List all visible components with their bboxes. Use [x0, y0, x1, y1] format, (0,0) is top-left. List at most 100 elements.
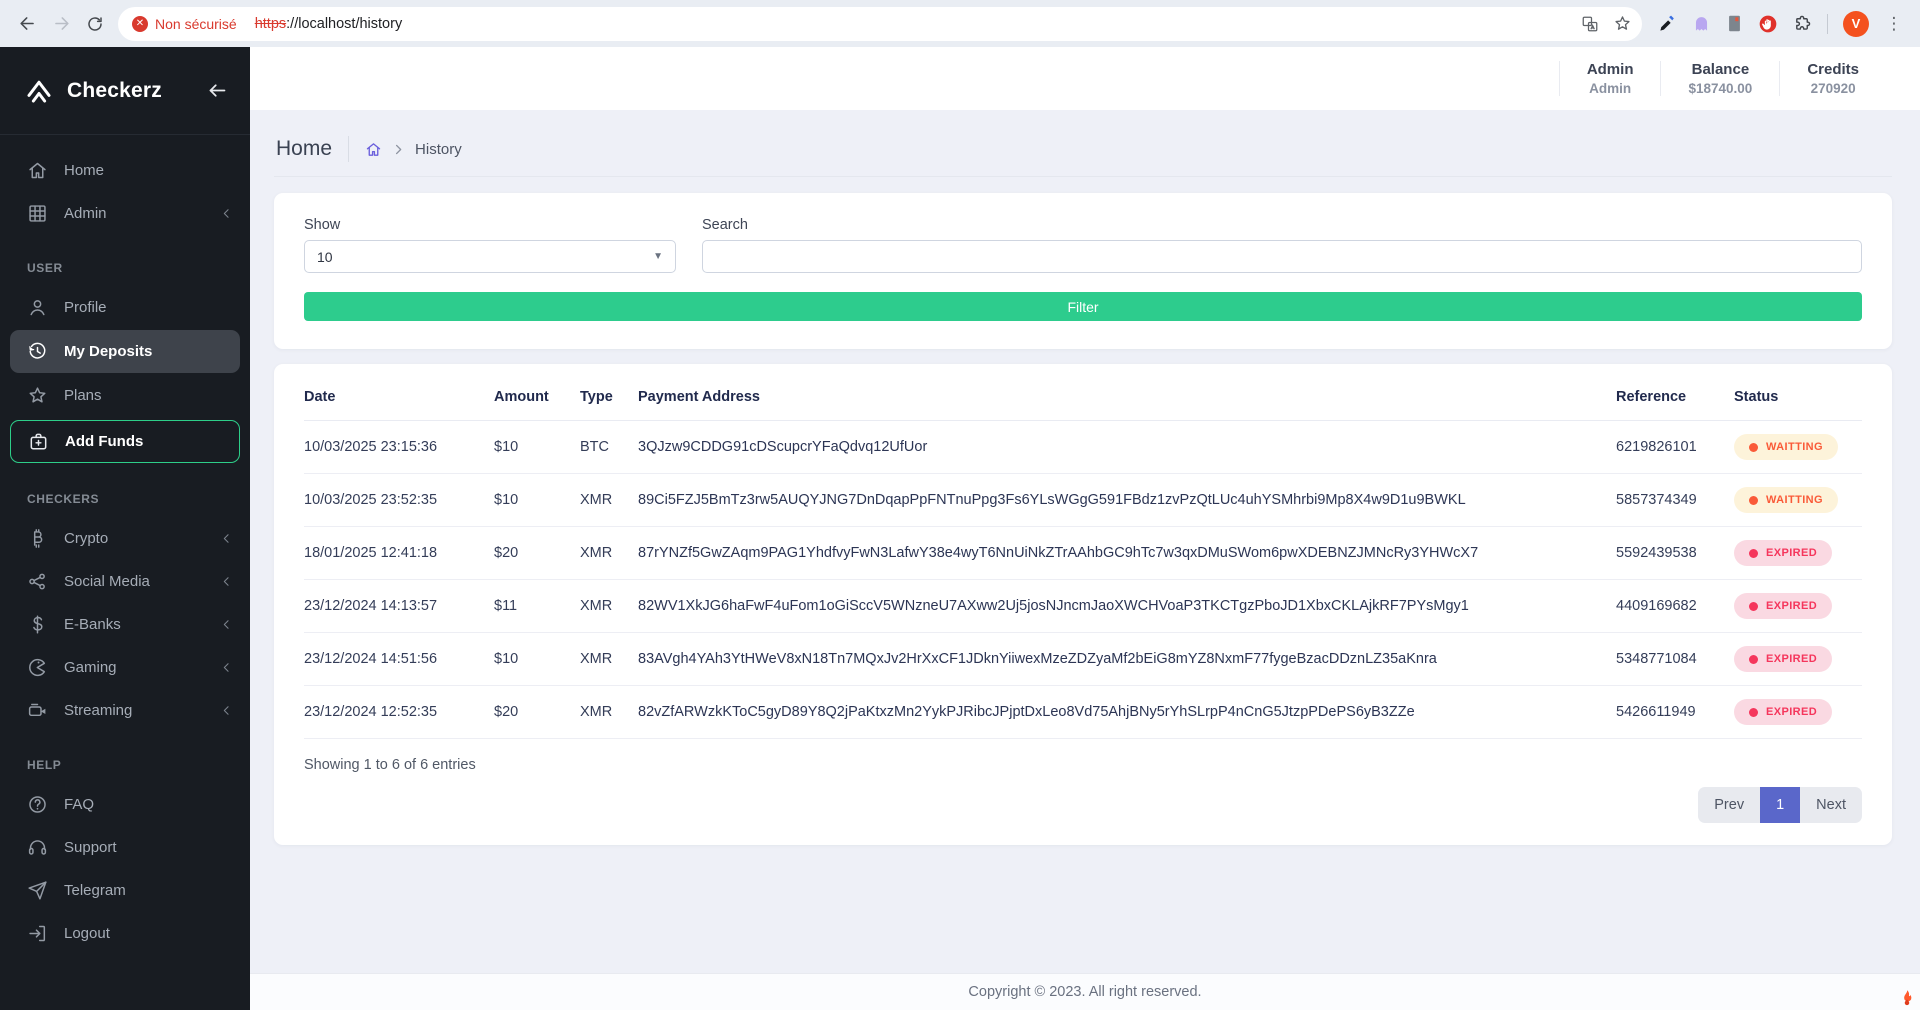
star-icon — [27, 385, 48, 406]
sidebar-item-admin[interactable]: Admin — [0, 192, 250, 235]
logout-icon — [27, 923, 48, 944]
browser-back-button[interactable] — [10, 7, 44, 41]
cell-type: XMR — [580, 579, 638, 633]
sidebar-item-faq[interactable]: FAQ — [0, 783, 250, 826]
not-secure-icon: ✕ — [132, 15, 148, 32]
address-bar[interactable]: ✕ Non sécurisé https://localhost/history — [118, 6, 1642, 41]
sidebar-collapse-button[interactable] — [207, 80, 228, 101]
cell-amount: $10 — [494, 420, 580, 474]
status-dot-icon — [1749, 442, 1758, 452]
column-header-status: Status — [1734, 372, 1862, 421]
question-icon — [27, 794, 48, 815]
sidebar-item-add-funds[interactable]: Add Funds — [10, 420, 240, 463]
status-dot-icon — [1749, 601, 1758, 611]
sidebar-item-streaming[interactable]: Streaming — [0, 689, 250, 732]
sidebar-item-home[interactable]: Home — [0, 149, 250, 192]
cell-type: XMR — [580, 632, 638, 686]
status-badge: EXPIRED — [1734, 646, 1833, 672]
sidebar-item-plans[interactable]: Plans — [0, 374, 250, 417]
sidebar-item-label: My Deposits — [64, 343, 153, 360]
header-balance-stat: Balance $18740.00 — [1660, 61, 1779, 96]
sidebar-item-support[interactable]: Support — [0, 826, 250, 869]
arrow-left-icon — [209, 84, 226, 97]
toolbar-separator — [1827, 13, 1828, 34]
sidebar-item-label: Crypto — [64, 530, 109, 547]
column-header-amount: Amount — [494, 372, 580, 421]
browser-reload-button[interactable] — [78, 7, 112, 41]
cell-payment-address: 83AVgh4YAh3YtHWeV8xN18Tn7MQxJv2HrXxCF1JD… — [638, 632, 1616, 686]
column-header-type: Type — [580, 372, 638, 421]
sidebar-item-label: E-Banks — [64, 616, 121, 633]
dollar-icon — [27, 614, 48, 635]
status-label: EXPIRED — [1766, 547, 1818, 559]
sidebar-item-crypto[interactable]: Crypto — [0, 517, 250, 560]
status-badge: EXPIRED — [1734, 540, 1833, 566]
sidebar-item-label: Social Media — [64, 573, 150, 590]
browser-forward-button[interactable] — [44, 7, 78, 41]
pacman-icon — [27, 657, 48, 678]
brand-name: Checkerz — [67, 78, 162, 102]
extensions-puzzle-icon[interactable] — [1793, 14, 1812, 33]
document-extension-icon[interactable] — [1726, 14, 1743, 33]
cell-amount: $10 — [494, 632, 580, 686]
sidebar-item-gaming[interactable]: Gaming — [0, 646, 250, 689]
breadcrumb: Home History — [276, 136, 1892, 162]
chevron-left-icon — [219, 660, 234, 675]
show-select[interactable]: 10 ▼ — [304, 240, 676, 273]
credits-value: 270920 — [1810, 81, 1856, 96]
cell-date: 23/12/2024 14:51:56 — [304, 632, 494, 686]
flame-icon[interactable] — [1899, 989, 1915, 1007]
sidebar-item-e-banks[interactable]: E-Banks — [0, 603, 250, 646]
breadcrumb-rule — [274, 176, 1892, 177]
pagination-prev-button[interactable]: Prev — [1698, 787, 1761, 823]
sidebar-item-profile[interactable]: Profile — [0, 286, 250, 329]
security-warning-label: Non sécurisé — [155, 15, 237, 32]
bookmark-star-icon[interactable] — [1613, 14, 1632, 33]
breadcrumb-current-page: History — [415, 140, 462, 158]
cell-reference: 4409169682 — [1616, 579, 1734, 633]
eyedropper-extension-icon[interactable] — [1658, 14, 1677, 33]
home-icon[interactable] — [365, 141, 382, 158]
cell-reference: 5426611949 — [1616, 685, 1734, 739]
breadcrumb-divider — [348, 136, 350, 162]
cell-status: WAITTING — [1734, 420, 1862, 474]
checkerz-logo-icon — [27, 80, 51, 102]
filter-button[interactable]: Filter — [304, 292, 1862, 321]
cell-reference: 5857374349 — [1616, 473, 1734, 527]
cell-amount: $20 — [494, 526, 580, 580]
sidebar-item-label: Plans — [64, 387, 102, 404]
search-label: Search — [702, 217, 748, 233]
cell-amount: $20 — [494, 685, 580, 739]
ghost-extension-icon[interactable] — [1692, 14, 1711, 33]
pagination-next-button[interactable]: Next — [1800, 787, 1862, 823]
sidebar: Checkerz Home Admin USER Profile My Deposits… — [0, 47, 250, 1010]
entries-summary: Showing 1 to 6 of 6 entries — [304, 757, 476, 773]
sidebar-item-label: Profile — [64, 299, 107, 316]
security-warning-badge[interactable]: ✕ Non sécurisé — [132, 15, 237, 32]
stop-hand-extension-icon[interactable] — [1758, 14, 1778, 34]
browser-menu-button[interactable]: ⋮ — [1884, 14, 1904, 34]
browser-profile-avatar[interactable]: V — [1843, 10, 1869, 37]
search-input[interactable] — [702, 240, 1862, 273]
sidebar-item-label: Telegram — [64, 882, 126, 899]
page-title: Home — [276, 137, 333, 160]
sidebar-item-logout[interactable]: Logout — [0, 912, 250, 955]
sidebar-item-label: Home — [64, 162, 105, 179]
cell-payment-address: 89Ci5FZJ5BmTz3rw5AUQYJNG7DnDqapPpFNTnuPp… — [638, 473, 1616, 527]
header-user-stat: Admin Admin — [1558, 61, 1661, 96]
history-icon — [27, 341, 48, 362]
sidebar-item-telegram[interactable]: Telegram — [0, 869, 250, 912]
status-badge: EXPIRED — [1734, 593, 1833, 619]
status-dot-icon — [1749, 654, 1758, 664]
header-credits-stat: Credits 270920 — [1779, 61, 1886, 96]
top-header: Admin Admin Balance $18740.00 Credits 27… — [250, 47, 1920, 110]
sidebar-item-my-deposits[interactable]: My Deposits — [10, 330, 240, 373]
deposits-table-card: Date Amount Type Payment Address Reference St… — [274, 364, 1892, 845]
brand-row: Checkerz — [0, 47, 250, 135]
deposits-table: Date Amount Type Payment Address Reference St… — [304, 372, 1862, 739]
status-dot-icon — [1749, 495, 1758, 505]
sidebar-item-social-media[interactable]: Social Media — [0, 560, 250, 603]
pagination-page-1-button[interactable]: 1 — [1760, 787, 1801, 823]
translate-icon[interactable] — [1581, 15, 1599, 33]
filter-card: Show 10 ▼ Search Filter — [274, 193, 1892, 349]
